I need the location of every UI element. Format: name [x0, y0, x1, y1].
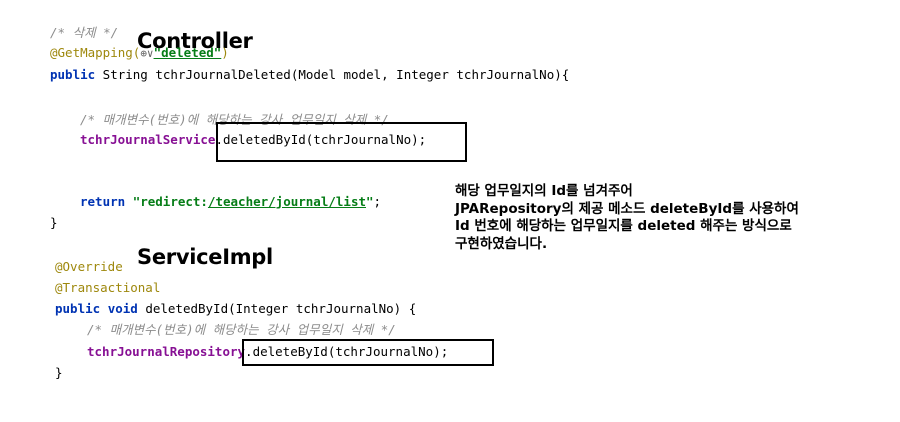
mapping-value: "deleted": [153, 45, 222, 60]
service-close-brace: }: [55, 365, 63, 380]
void-keyword: void: [107, 301, 138, 316]
transactional-annotation: @Transactional: [55, 280, 161, 295]
description-line: JPARepository의 제공 메소드 deleteById를 사용하여: [455, 200, 799, 217]
public-keyword: public: [50, 67, 96, 82]
description-line: 해당 업무일지의 Id를 넘겨주어: [455, 183, 633, 199]
highlight-box-controller: [216, 122, 467, 162]
service-field: tchrJournalService: [80, 132, 216, 147]
controller-close-brace: }: [50, 215, 58, 230]
return-keyword: return: [80, 194, 126, 209]
description-line: 구현하였습니다.: [455, 235, 548, 252]
controller-comment: /* 삭제 */: [50, 25, 119, 40]
service-signature: public void deletedById(Integer tchrJour…: [55, 301, 416, 317]
return-semicolon: ;: [373, 194, 382, 209]
override-annotation: @Override: [55, 259, 123, 274]
description-text: 해당 업무일지의 Id를 넘겨주어 JPARepository의 제공 메소드 …: [455, 183, 799, 253]
getmapping-annotation: @GetMapping(: [50, 45, 141, 60]
controller-mapping-line: @GetMapping(⊕∨"deleted"): [50, 45, 229, 62]
return-url-link[interactable]: /teacher/journal/list: [208, 194, 366, 209]
controller-return: return "redirect:/teacher/journal/list";: [80, 194, 381, 210]
service-signature-rest: deletedById(Integer tchrJournalNo) {: [137, 301, 417, 316]
repository-field: tchrJournalRepository: [87, 344, 246, 359]
highlight-box-service: [242, 339, 494, 366]
globe-icon[interactable]: ⊕∨: [140, 47, 153, 60]
mapping-paren: ): [221, 45, 229, 60]
return-string-close: ": [366, 194, 374, 209]
public-keyword: public: [55, 301, 101, 316]
service-inner-comment: /* 매개변수(번호)에 해당하는 강사 업무일지 삭제 */: [87, 322, 396, 337]
controller-signature: public String tchrJournalDeleted(Model m…: [50, 67, 569, 83]
return-string-open: "redirect:: [132, 194, 208, 209]
description-line: Id 번호에 해당하는 업무일지를 deleted 해주는 방식으로: [455, 218, 792, 234]
serviceimpl-label: ServiceImpl: [137, 245, 273, 269]
controller-signature-rest: String tchrJournalDeleted(Model model, I…: [95, 67, 570, 82]
